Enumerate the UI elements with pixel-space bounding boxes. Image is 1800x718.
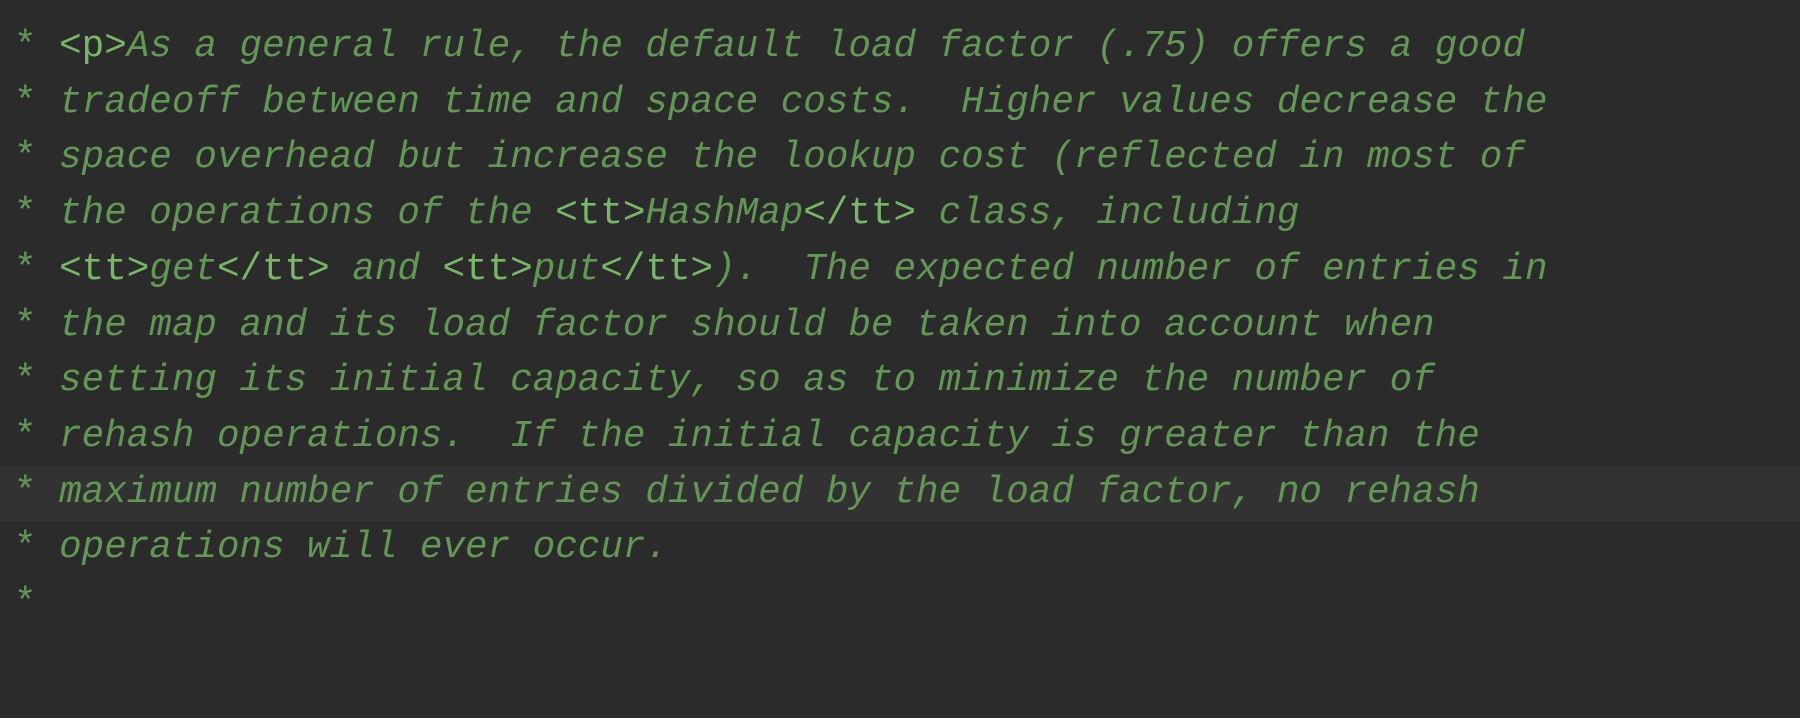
html-tag: </tt> [216,248,330,291]
comment-text: and [329,248,443,291]
comment-asterisk: * [14,471,60,514]
code-line-current[interactable]: * maximum number of entries divided by t… [0,465,1800,522]
code-line[interactable]: * space overhead but increase the lookup… [0,131,1800,187]
code-line[interactable]: * setting its initial capacity, so as to… [0,354,1800,410]
code-line[interactable]: * rehash operations. If the initial capa… [0,410,1800,466]
html-tag: <p> [59,26,127,68]
comment-asterisk: * [14,81,60,124]
comment-text: maximum number of entries divided by the… [59,471,1480,514]
code-editor[interactable]: * <p>As a general rule, the default load… [0,0,1800,718]
comment-asterisk: * [14,26,60,68]
comment-asterisk: * [14,415,60,458]
comment-asterisk: * [14,193,60,236]
comment-text: put [532,248,601,291]
comment-text: ). The expected number of entries in [713,248,1548,291]
comment-text: rehash operations. If the initial capaci… [59,415,1480,458]
comment-asterisk: * [14,583,37,625]
code-line[interactable]: * <p>As a general rule, the default load… [0,20,1800,76]
html-tag: </tt> [803,193,917,236]
code-line[interactable]: * operations will ever occur. [0,521,1800,577]
comment-asterisk: * [14,304,60,347]
comment-text: class, including [916,193,1300,236]
comment-text: get [149,248,217,291]
comment-asterisk: * [14,360,60,403]
comment-text: tradeoff between time and space costs. H… [59,81,1548,124]
html-tag: </tt> [600,248,714,291]
code-line[interactable]: * [0,577,1800,633]
code-line[interactable]: * tradeoff between time and space costs.… [0,76,1800,132]
html-tag: <tt> [59,248,150,291]
code-line[interactable]: * <tt>get</tt> and <tt>put</tt>). The ex… [0,243,1800,299]
comment-text: space overhead but increase the lookup c… [59,137,1525,180]
comment-asterisk: * [14,137,60,180]
html-tag: <tt> [442,248,533,291]
comment-text: the operations of the [59,193,556,236]
html-tag: <tt> [555,193,646,236]
comment-asterisk: * [14,248,60,291]
comment-asterisk: * [14,527,60,570]
code-line[interactable]: * the operations of the <tt>HashMap</tt>… [0,187,1800,243]
comment-text: operations will ever occur. [59,527,668,570]
comment-text: the map and its load factor should be ta… [59,304,1435,347]
code-line[interactable]: * the map and its load factor should be … [0,299,1800,355]
comment-text: HashMap [645,193,804,236]
comment-text: As a general rule, the default load fact… [126,26,1525,68]
comment-text: setting its initial capacity, so as to m… [59,360,1435,403]
